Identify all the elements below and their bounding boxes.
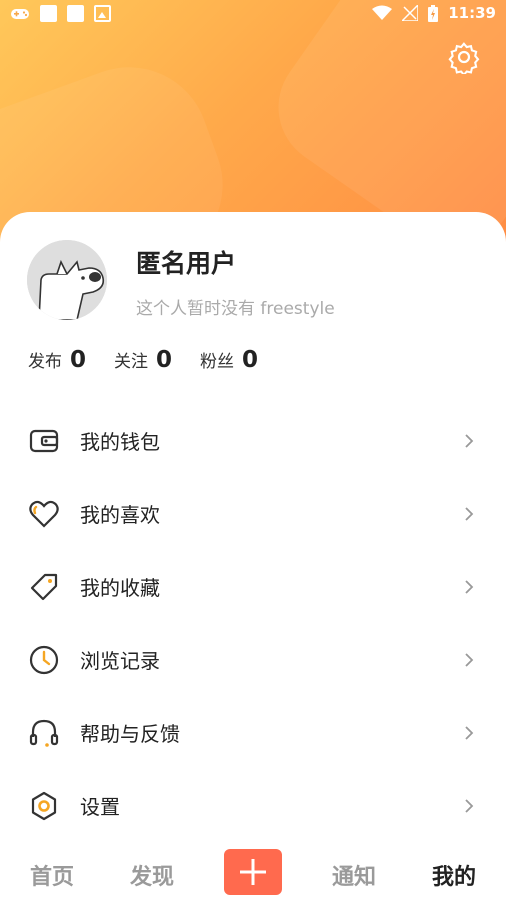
stats-row: 发布 0 关注 0 粉丝 0 <box>28 347 258 373</box>
chevron-right-icon <box>465 652 474 667</box>
status-bar: 11:39 <box>0 0 506 28</box>
tab-discover[interactable]: 发现 <box>130 859 174 891</box>
clock-icon <box>29 645 59 674</box>
avatar[interactable] <box>27 240 107 320</box>
menu-item-help[interactable]: 帮助与反馈 <box>0 696 506 769</box>
tab-home[interactable]: 首页 <box>30 859 74 891</box>
settings-gear-icon[interactable] <box>447 40 481 74</box>
stat-label: 发布 <box>28 352 62 372</box>
menu-item-label: 我的收藏 <box>80 576 160 600</box>
bottom-tab-bar: 首页 发现 通知 我的 <box>0 845 506 900</box>
heart-icon <box>29 500 59 528</box>
menu-item-label: 我的钱包 <box>80 430 160 454</box>
tab-mine[interactable]: 我的 <box>432 859 476 891</box>
menu-item-likes[interactable]: 我的喜欢 <box>0 477 506 550</box>
menu-item-favorites[interactable]: 我的收藏 <box>0 550 506 623</box>
username: 匿名用户 <box>136 249 237 278</box>
settings-hexagon-icon <box>31 791 57 820</box>
notification-icon <box>40 5 57 22</box>
stat-value: 0 <box>70 347 87 373</box>
gamepad-icon <box>11 8 29 19</box>
chevron-right-icon <box>465 798 474 813</box>
user-bio: 这个人暂时没有 freestyle <box>136 299 335 319</box>
chevron-right-icon <box>465 506 474 521</box>
tag-icon <box>30 573 58 600</box>
menu-item-wallet[interactable]: 我的钱包 <box>0 404 506 477</box>
tab-notifications[interactable]: 通知 <box>332 859 376 891</box>
menu-item-settings[interactable]: 设置 <box>0 769 506 842</box>
image-icon <box>94 5 111 22</box>
plus-icon <box>240 859 266 885</box>
menu-item-label: 设置 <box>80 795 120 819</box>
notification-icon <box>67 5 84 22</box>
stat-label: 关注 <box>114 352 149 372</box>
status-time: 11:39 <box>448 4 496 22</box>
stat-value: 0 <box>242 347 259 373</box>
add-post-button[interactable] <box>224 849 282 895</box>
wifi-icon <box>372 5 393 20</box>
stat-following[interactable]: 关注 0 <box>114 347 172 373</box>
menu-item-history[interactable]: 浏览记录 <box>0 623 506 696</box>
menu-item-label: 浏览记录 <box>80 649 160 673</box>
stat-label: 粉丝 <box>200 352 235 372</box>
chevron-right-icon <box>465 433 474 448</box>
dog-avatar-icon <box>27 240 107 320</box>
chevron-right-icon <box>465 725 474 740</box>
chevron-right-icon <box>465 579 474 594</box>
headphones-icon <box>29 719 59 747</box>
no-signal-icon <box>402 5 419 21</box>
menu-list: 我的钱包 我的喜欢 我的收藏 浏览记录 帮助与反馈 设置 <box>0 404 506 842</box>
battery-icon <box>428 4 439 22</box>
stat-posts[interactable]: 发布 0 <box>28 347 86 373</box>
menu-item-label: 我的喜欢 <box>80 503 160 527</box>
menu-item-label: 帮助与反馈 <box>80 722 180 746</box>
stat-fans[interactable]: 粉丝 0 <box>200 347 258 373</box>
stat-value: 0 <box>156 347 173 373</box>
wallet-icon <box>29 429 59 452</box>
